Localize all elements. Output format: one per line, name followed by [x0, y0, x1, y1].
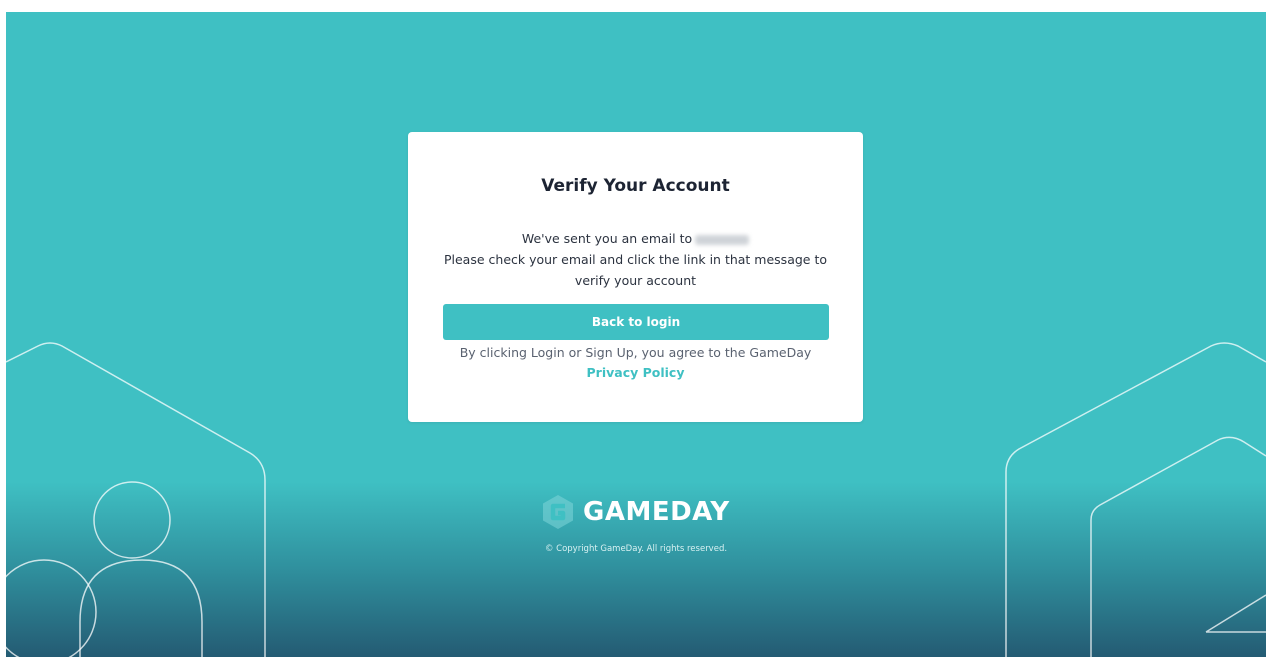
- email-sent-line: We've sent you an email to: [438, 228, 833, 249]
- email-sent-text: We've sent you an email to: [521, 231, 693, 246]
- figure-body-large: [79, 559, 203, 657]
- right-corner-lines: [1205, 594, 1266, 633]
- brand-name: GAMEDAY: [583, 497, 730, 527]
- gameday-logo: GAMEDAY: [541, 494, 730, 530]
- copyright-text: © Copyright GameDay. All rights reserved…: [544, 544, 728, 554]
- page-background: Verify Your Account We've sent you an em…: [6, 12, 1266, 657]
- page-title: Verify Your Account: [541, 176, 730, 196]
- right-hexagon-outline: [1005, 342, 1266, 657]
- figure-head-small: [6, 559, 97, 657]
- left-hexagon-outline: [6, 342, 266, 657]
- verify-account-card: Verify Your Account We've sent you an em…: [408, 132, 863, 422]
- legal-notice: By clicking Login or Sign Up, you agree …: [438, 343, 833, 383]
- back-to-login-button[interactable]: Back to login: [443, 304, 829, 340]
- privacy-policy-link[interactable]: Privacy Policy: [587, 365, 685, 380]
- redacted-email: [695, 234, 750, 245]
- gameday-g-logo-icon: [543, 495, 573, 529]
- verification-message: We've sent you an email to Please check …: [438, 228, 833, 291]
- legal-text: By clicking Login or Sign Up, you agree …: [459, 345, 812, 360]
- instruction-text: Please check your email and click the li…: [443, 252, 828, 288]
